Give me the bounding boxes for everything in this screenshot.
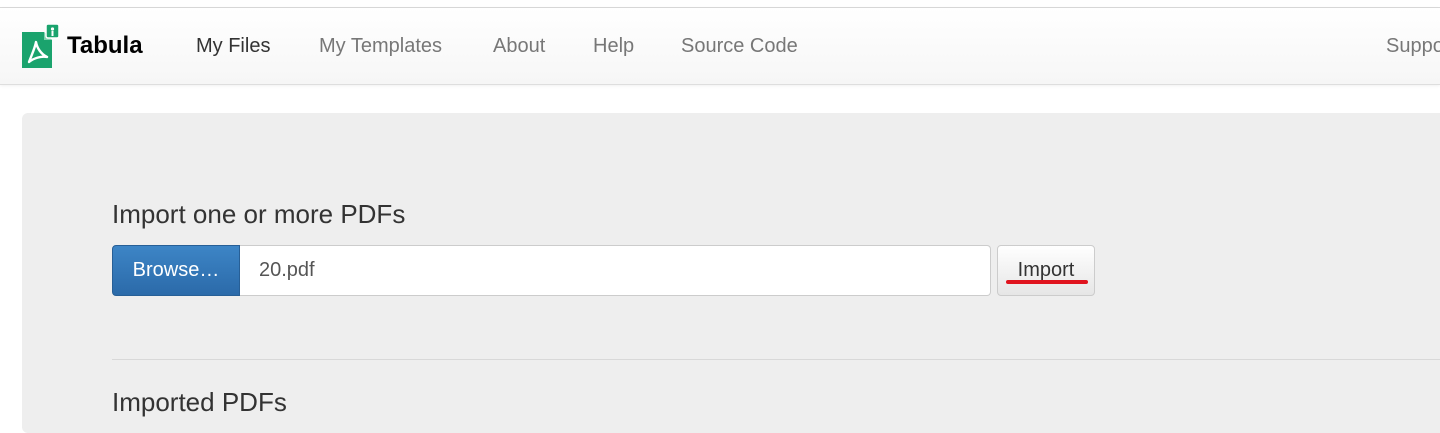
nav-help[interactable]: Help <box>593 35 634 58</box>
nav-my-files[interactable]: My Files <box>196 35 270 58</box>
annotation-underline <box>1006 280 1088 284</box>
section-divider <box>112 359 1440 360</box>
navbar: Tabula My Files My Templates About Help … <box>0 8 1440 85</box>
import-button[interactable]: Import <box>997 245 1095 296</box>
browse-button[interactable]: Browse… <box>112 245 240 296</box>
brand[interactable]: Tabula <box>20 23 143 69</box>
file-name-field[interactable]: 20.pdf <box>240 245 991 296</box>
file-input-group: Browse… 20.pdf <box>112 245 991 296</box>
nav-support[interactable]: Suppo <box>1386 35 1440 58</box>
brand-name: Tabula <box>67 32 143 59</box>
nav-about[interactable]: About <box>493 35 545 58</box>
upload-heading: Import one or more PDFs <box>112 199 406 229</box>
tabula-pdf-icon <box>22 24 60 68</box>
nav-my-templates[interactable]: My Templates <box>319 35 442 58</box>
nav-source-code[interactable]: Source Code <box>681 35 798 58</box>
imported-pdfs-heading: Imported PDFs <box>112 387 287 417</box>
